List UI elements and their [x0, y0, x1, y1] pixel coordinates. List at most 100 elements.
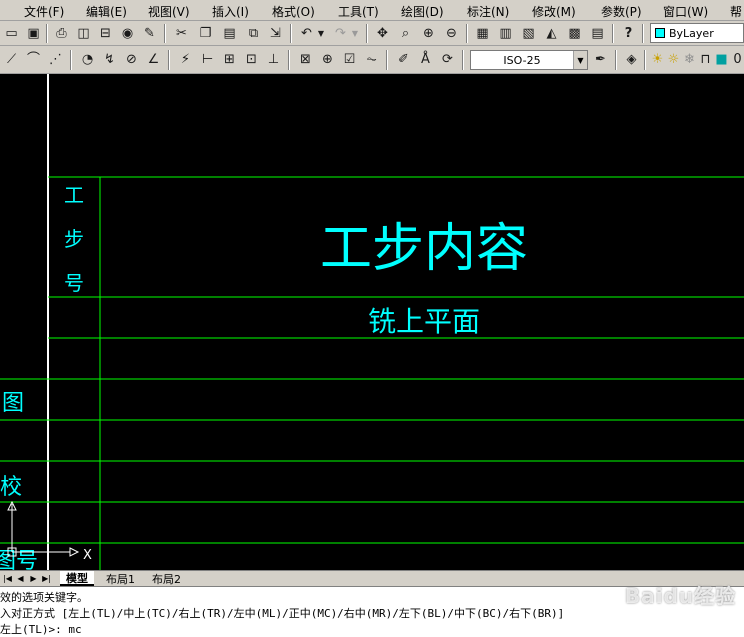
paste-icon[interactable]: ▤ — [220, 24, 239, 43]
separator — [168, 50, 170, 70]
dim-space-icon[interactable]: ⊡ — [242, 50, 261, 69]
dimstyle-dropdown[interactable]: ISO-25 ▼ — [470, 50, 588, 70]
watermark-logo: Baidu经验 — [624, 584, 736, 608]
redo-icon[interactable]: ↷ — [331, 24, 350, 43]
copy-base-icon[interactable]: ⧉ — [244, 24, 263, 43]
menu-draw[interactable]: 绘图(D) — [401, 3, 444, 20]
zoom-window-icon[interactable]: ⊕ — [419, 24, 438, 43]
separator — [290, 24, 292, 43]
linear-dim-icon[interactable]: ⟋ — [2, 50, 21, 69]
separator — [70, 50, 72, 70]
menu-insert[interactable]: 插入(I) — [212, 3, 249, 20]
dim-break-icon[interactable]: ⊥ — [264, 50, 283, 69]
step-content-header: 工步内容 — [320, 219, 528, 279]
undo-icon[interactable]: ↶ — [297, 24, 316, 43]
color-dropdown-value: ByLayer — [669, 26, 714, 40]
save-icon[interactable]: ▣ — [24, 24, 43, 43]
redo-dropdown-icon[interactable]: ▼ — [350, 24, 360, 43]
prev-tab-icon[interactable]: ◀ — [15, 572, 26, 584]
menu-format[interactable]: 格式(O) — [272, 3, 315, 20]
design-center-icon[interactable]: ▥ — [496, 24, 515, 43]
separator — [386, 50, 388, 70]
radius-icon[interactable]: ◔ — [78, 50, 97, 69]
step-no-char-3: 号 — [64, 271, 84, 295]
separator — [462, 50, 464, 70]
first-tab-icon[interactable]: |◀ — [2, 572, 13, 584]
angular-icon[interactable]: ∠ — [144, 50, 163, 69]
separator — [466, 24, 468, 43]
baseline-icon[interactable]: ⊢ — [198, 50, 217, 69]
command-prompt-line: 入对正方式 [左上(TL)/中上(TC)/右上(TR)/左中(ML)/正中(MC… — [0, 607, 565, 620]
separator — [46, 24, 48, 43]
dimension-toolbar: ⟋ ⌒ ⋰ ◔ ↯ ⊘ ∠ ⚡ ⊢ ⊞ ⊡ ⊥ ⊠ ⊕ ☑ ⏦ ✐ Å ⟳ IS… — [0, 46, 744, 74]
step-no-char-2: 步 — [64, 227, 84, 251]
color-dropdown[interactable]: ByLayer — [650, 23, 744, 43]
zoom-realtime-icon[interactable]: ⌕ — [396, 24, 415, 43]
copy-icon[interactable]: ❐ — [196, 24, 215, 43]
menu-file[interactable]: 文件(F) — [24, 3, 64, 20]
command-input-line[interactable]: 左上(TL)>: mc — [0, 621, 82, 637]
dim-update-icon[interactable]: ⟳ — [438, 50, 457, 69]
chevron-down-icon: ▼ — [573, 51, 587, 69]
menu-modify[interactable]: 修改(M) — [532, 3, 576, 20]
help-icon[interactable]: ? — [619, 24, 638, 43]
calculator-icon[interactable]: ▤ — [588, 24, 607, 43]
open-icon[interactable]: ▭ — [2, 24, 21, 43]
menu-window[interactable]: 窗口(W) — [663, 3, 708, 20]
print-preview-icon[interactable]: ◫ — [74, 24, 93, 43]
layer-dropdown-icon[interactable]: 0 — [728, 50, 744, 69]
menu-dimension[interactable]: 标注(N) — [467, 3, 509, 20]
edit-icon[interactable]: ✎ — [140, 24, 159, 43]
dim-edit-icon[interactable]: ✐ — [394, 50, 413, 69]
dim-text-edit-icon[interactable]: Å — [416, 50, 435, 69]
separator — [366, 24, 368, 43]
sheet-set-icon[interactable]: ◭ — [542, 24, 561, 43]
separator — [615, 50, 617, 70]
cut-icon[interactable]: ✂ — [172, 24, 191, 43]
step-content-value: 铣上平面 — [368, 305, 480, 338]
dim-style-icon[interactable]: ✒ — [591, 50, 610, 69]
tab-model[interactable]: 模型 — [60, 571, 94, 586]
tool-palettes-icon[interactable]: ▧ — [519, 24, 538, 43]
next-tab-icon[interactable]: ▶ — [28, 572, 39, 584]
markup-icon[interactable]: ▩ — [565, 24, 584, 43]
menu-view[interactable]: 视图(V) — [148, 3, 190, 20]
left-label-drawing: 图 — [2, 391, 24, 416]
diameter-icon[interactable]: ⊘ — [122, 50, 141, 69]
tolerance-icon[interactable]: ⊠ — [296, 50, 315, 69]
drawing-svg: 工 步 号 工步内容 铣上平面 图 校 图号 X — [0, 74, 744, 570]
tab-layout2[interactable]: 布局2 — [146, 571, 187, 586]
publish-icon[interactable]: ⊟ — [96, 24, 115, 43]
continue-icon[interactable]: ⊞ — [220, 50, 239, 69]
step-no-char-1: 工 — [64, 183, 84, 207]
separator — [644, 50, 646, 70]
ordinate-icon[interactable]: ⋰ — [46, 50, 65, 69]
zoom-previous-icon[interactable]: ⊖ — [442, 24, 461, 43]
drawing-area[interactable]: 工 步 号 工步内容 铣上平面 图 校 图号 X — [0, 74, 744, 570]
standard-toolbar: ▭ ▣ ⎙ ◫ ⊟ ◉ ✎ ✂ ❐ ▤ ⧉ ⇲ ↶ ▼ ↷ ▼ ✥ ⌕ ⊕ ⊖ … — [0, 21, 744, 46]
jogged-icon[interactable]: ↯ — [100, 50, 119, 69]
dimstyle-dropdown-value: ISO-25 — [503, 53, 541, 67]
3d-dwf-icon[interactable]: ◉ — [118, 24, 137, 43]
menu-help[interactable]: 帮 — [730, 3, 742, 20]
ucs-x-label: X — [83, 548, 92, 563]
menu-tools[interactable]: 工具(T) — [338, 3, 379, 20]
inspection-icon[interactable]: ☑ — [340, 50, 359, 69]
menu-edit[interactable]: 编辑(E) — [86, 3, 127, 20]
menu-parametric[interactable]: 参数(P) — [601, 3, 642, 20]
pan-icon[interactable]: ✥ — [373, 24, 392, 43]
match-properties-icon[interactable]: ⇲ — [266, 24, 285, 43]
center-mark-icon[interactable]: ⊕ — [318, 50, 337, 69]
separator — [642, 24, 644, 43]
quick-dim-icon[interactable]: ⚡ — [176, 50, 195, 69]
print-icon[interactable]: ⎙ — [52, 24, 71, 43]
separator — [288, 50, 290, 70]
last-tab-icon[interactable]: ▶| — [41, 572, 52, 584]
jogged-linear-icon[interactable]: ⏦ — [362, 50, 381, 69]
tab-layout1[interactable]: 布局1 — [100, 571, 141, 586]
arc-length-icon[interactable]: ⌒ — [24, 50, 43, 69]
menu-bar: 文件(F) 编辑(E) 视图(V) 插入(I) 格式(O) 工具(T) 绘图(D… — [0, 0, 744, 21]
properties-icon[interactable]: ▦ — [473, 24, 492, 43]
undo-dropdown-icon[interactable]: ▼ — [316, 24, 326, 43]
layer-properties-icon[interactable]: ◈ — [622, 50, 641, 69]
